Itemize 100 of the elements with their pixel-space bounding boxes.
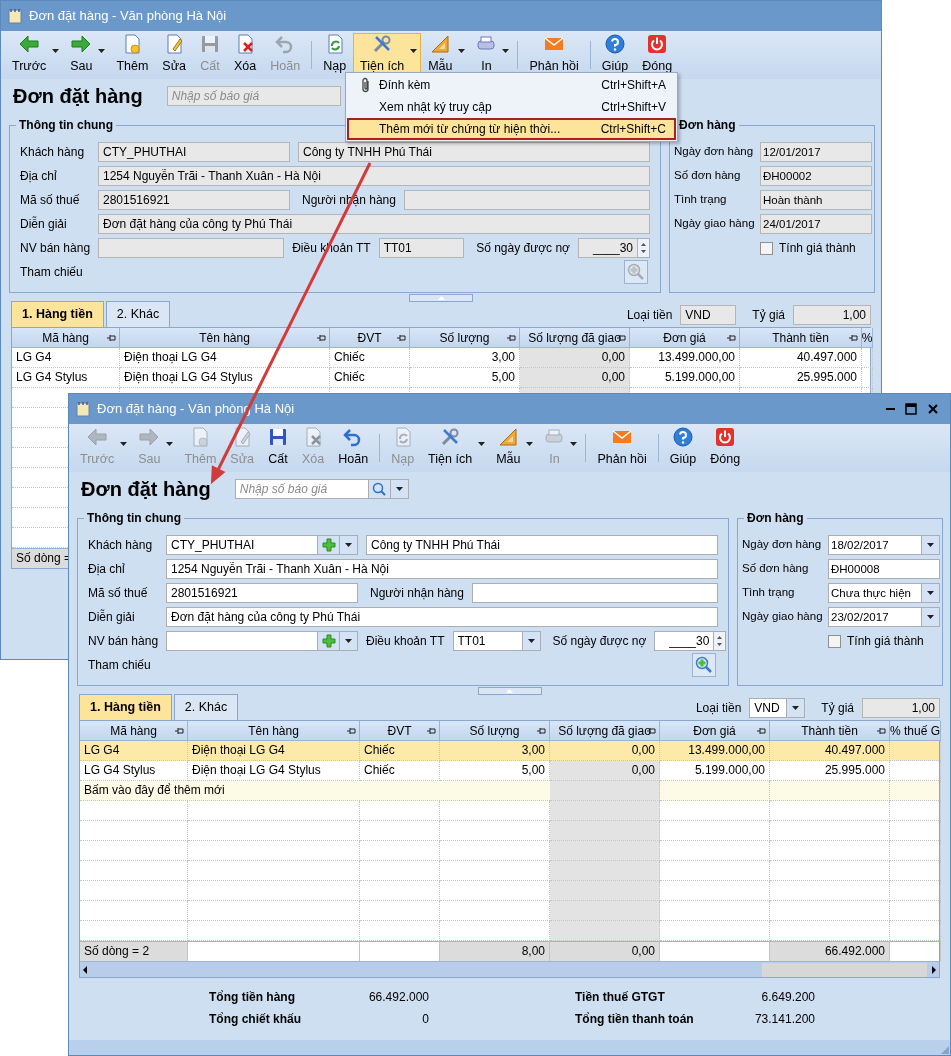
tax-code-field[interactable]: 2801516921 (166, 583, 358, 603)
search-button[interactable] (368, 479, 391, 499)
horizontal-scrollbar[interactable] (80, 961, 939, 977)
column-header[interactable]: Tên hàng (120, 328, 330, 348)
pin-icon (507, 334, 516, 342)
checkbox[interactable] (760, 241, 773, 255)
grid-row[interactable]: LG G4 Điện thoại LG G4 Chiếc 3,00 0,00 13.499.000,00 40.497.000 (80, 741, 939, 761)
payment-terms-field[interactable]: TT01 (452, 631, 523, 651)
toolbar-button[interactable]: Hoãn (331, 426, 376, 470)
tab[interactable]: 2. Khác (173, 694, 239, 720)
order-field[interactable]: 23/02/2017 (828, 607, 922, 627)
column-header[interactable]: Thành tiền (740, 328, 862, 348)
toolbar-button[interactable]: Tiện ích (421, 426, 490, 470)
customer-code-field[interactable]: CTY_PHUTHAI (166, 535, 318, 555)
column-header[interactable]: % thuế G (890, 721, 941, 741)
tax-code-field[interactable]: 2801516921 (98, 190, 290, 210)
menu-item[interactable]: Xem nhật ký truy cập Ctrl+Shift+V (347, 96, 676, 118)
order-field[interactable]: 12/01/2017 (760, 142, 872, 162)
customer-name-field[interactable]: Công ty TNHH Phú Thái (298, 142, 650, 162)
total-label: Tổng tiền thanh toán (575, 1011, 695, 1028)
toolbar-button[interactable]: Xóa (227, 33, 264, 77)
checkbox[interactable] (828, 634, 841, 648)
currency-field[interactable]: VND (680, 305, 737, 325)
tab[interactable]: 1. Hàng tiền (79, 694, 172, 720)
spinner-buttons[interactable] (714, 631, 727, 651)
dropdown-button[interactable] (922, 535, 940, 555)
address-field[interactable]: 1254 Nguyễn Trãi - Thanh Xuân - Hà Nội (98, 166, 650, 186)
description-field[interactable]: Đơn đặt hàng của công ty Phú Thái (166, 607, 718, 627)
menu-item[interactable]: Thêm mới từ chứng từ hiện thời... Ctrl+Shift+C (347, 118, 676, 140)
tab[interactable]: 1. Hàng tiền (11, 301, 104, 327)
caret-icon (52, 49, 60, 53)
customer-name-field[interactable]: Công ty TNHH Phú Thái (366, 535, 718, 555)
order-field[interactable]: Chưa thực hiện (828, 583, 922, 603)
exchange-rate-field[interactable]: 1,00 (793, 305, 871, 325)
column-header[interactable]: Số lượng (410, 328, 520, 348)
toolbar-button[interactable]: Cất (261, 426, 296, 470)
toolbar-button[interactable]: Thêm (109, 33, 156, 77)
credit-days-field[interactable]: ____30 (578, 238, 638, 258)
toolbar-button[interactable]: Mẫu (421, 33, 470, 77)
caret-icon (502, 49, 510, 53)
exchange-rate-field[interactable]: 1,00 (862, 698, 940, 718)
toolbar-button[interactable]: In (469, 33, 514, 77)
tab[interactable]: 2. Khác (105, 301, 171, 327)
scrollbar-thumb[interactable] (762, 962, 927, 977)
column-header[interactable]: Tên hàng (188, 721, 360, 741)
dropdown-button[interactable] (340, 631, 358, 651)
summary-cell: 8,00 (440, 941, 550, 961)
toolbar-button[interactable]: Giúp (594, 33, 636, 77)
spinner-buttons[interactable] (638, 238, 650, 258)
order-field[interactable]: ĐH00002 (760, 166, 872, 186)
grid-row[interactable]: LG G4 Stylus Điện thoại LG G4 Stylus Chiếc 5,00 0,00 5.199.000,00 25.995.000 (12, 368, 870, 388)
menu-item[interactable]: Đính kèm Ctrl+Shift+A (347, 74, 676, 96)
customer-code-field[interactable]: CTY_PHUTHAI (98, 142, 290, 162)
salesperson-field[interactable] (98, 238, 285, 258)
toolbar-button[interactable]: Đóng (703, 426, 748, 470)
reference-search-button[interactable] (692, 653, 716, 677)
resize-grip-icon (940, 1045, 950, 1055)
toolbar-button[interactable]: Phản hồi (590, 426, 654, 470)
salesperson-field[interactable] (166, 631, 318, 651)
order-field[interactable]: ĐH00008 (828, 559, 940, 579)
grid-row[interactable]: LG G4 Điện thoại LG G4 Chiếc 3,00 0,00 13.499.000,00 40.497.000 (12, 348, 870, 368)
receiver-field[interactable] (471, 583, 718, 603)
edit-document-icon (232, 427, 253, 448)
total-value: 66.492.000 (367, 989, 429, 1006)
quote-number-field[interactable]: Nhập số báo giá (234, 479, 369, 499)
caret-icon (345, 639, 352, 643)
column-header[interactable]: ĐVT (360, 721, 440, 741)
dropdown-button[interactable] (340, 535, 358, 555)
collapse-handle[interactable] (477, 687, 542, 695)
payment-terms-field[interactable]: TT01 (378, 238, 465, 258)
column-header[interactable]: Thành tiền (770, 721, 890, 741)
toolbar-button[interactable]: Sau (63, 33, 110, 77)
grid-cell: 0,00 (520, 368, 630, 388)
column-header[interactable]: % (862, 328, 873, 348)
column-header[interactable]: Mã hàng (12, 328, 120, 348)
quote-number-field[interactable]: Nhập số báo giá (166, 86, 341, 106)
currency-field[interactable]: VND (749, 698, 788, 718)
order-field[interactable]: 18/02/2017 (828, 535, 922, 555)
order-field[interactable]: Hoàn thành (760, 190, 872, 210)
dropdown-button[interactable] (922, 583, 940, 603)
column-header[interactable]: Số lượng (440, 721, 550, 741)
column-header[interactable]: Đơn giá (660, 721, 770, 741)
receiver-field[interactable] (403, 190, 650, 210)
dropdown-button[interactable] (922, 607, 940, 627)
order-field[interactable]: 24/01/2017 (760, 214, 872, 234)
column-header[interactable]: Đơn giá (630, 328, 740, 348)
toolbar-button[interactable]: Giúp (662, 426, 704, 470)
toolbar-button[interactable]: Nạp (316, 33, 354, 77)
description-field[interactable]: Đơn đặt hàng của công ty Phú Thái (98, 214, 650, 234)
toolbar-button[interactable]: Sửa (155, 33, 194, 77)
toolbar-button[interactable]: Trước (5, 33, 64, 77)
credit-days-field[interactable]: ____30 (654, 631, 715, 651)
total-label: Tiền thuế GTGT (575, 989, 666, 1006)
dropdown-button[interactable] (787, 698, 806, 718)
column-header[interactable]: ĐVT (330, 328, 410, 348)
column-header[interactable]: Mã hàng (80, 721, 188, 741)
grid-cell: 0,00 (550, 741, 660, 761)
collapse-handle[interactable] (409, 294, 473, 302)
address-field[interactable]: 1254 Nguyễn Trãi - Thanh Xuân - Hà Nội (166, 559, 718, 579)
toolbar-button[interactable]: Mẫu (489, 426, 538, 470)
